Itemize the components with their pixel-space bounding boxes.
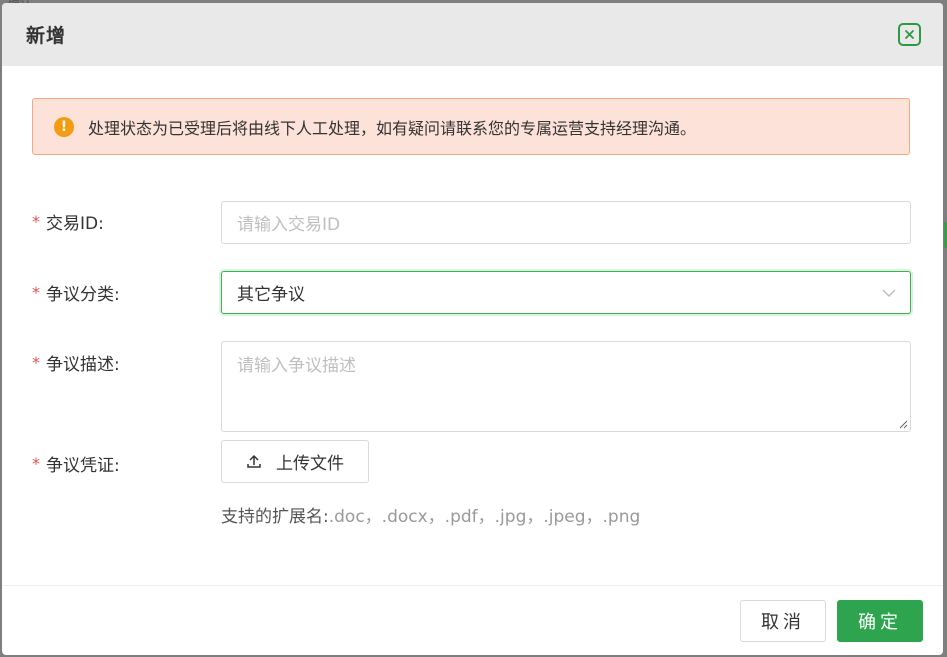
resize-grip-icon[interactable] bbox=[899, 420, 908, 429]
close-button[interactable] bbox=[898, 23, 921, 46]
dialog-title: 新增 bbox=[26, 25, 67, 47]
description-placeholder: 请输入争议描述 bbox=[237, 356, 356, 376]
trade-id-input[interactable]: 请输入交易ID bbox=[221, 201, 911, 244]
confirm-button[interactable]: 确定 bbox=[837, 600, 923, 642]
add-dialog: 新增 ! 处理状态为已受理后将由线下人工处理，如有疑问请联系您的专属运营支持经理… bbox=[2, 3, 943, 655]
category-select-value: 其它争议 bbox=[237, 285, 305, 305]
warning-alert: ! 处理状态为已受理后将由线下人工处理，如有疑问请联系您的专属运营支持经理沟通。 bbox=[32, 98, 910, 155]
description-field-wrap: 请输入争议描述 bbox=[221, 341, 911, 432]
description-label-text: 争议描述: bbox=[46, 355, 120, 375]
category-label: * 争议分类: bbox=[32, 280, 120, 305]
extension-hint-values: .doc，.docx，.pdf，.jpg，.jpeg，.png bbox=[328, 507, 641, 527]
category-label-text: 争议分类: bbox=[46, 285, 120, 305]
extension-hint: 支持的扩展名:.doc，.docx，.pdf，.jpg，.jpeg，.png bbox=[221, 502, 640, 527]
trade-id-field-wrap: 请输入交易ID bbox=[221, 201, 911, 244]
exclamation-icon: ! bbox=[54, 116, 74, 137]
chevron-down-icon bbox=[882, 289, 896, 297]
evidence-label: * 争议凭证: bbox=[32, 451, 120, 476]
description-label: * 争议描述: bbox=[32, 350, 120, 375]
trade-id-label: * 交易ID: bbox=[32, 209, 104, 234]
required-asterisk: * bbox=[32, 454, 40, 473]
description-textarea[interactable]: 请输入争议描述 bbox=[221, 341, 911, 432]
category-field-wrap: 其它争议 bbox=[221, 271, 911, 314]
dialog-header: 新增 bbox=[2, 3, 943, 66]
footer-divider bbox=[2, 585, 943, 586]
cancel-button[interactable]: 取消 bbox=[740, 600, 826, 642]
alert-text: 处理状态为已受理后将由线下人工处理，如有疑问请联系您的专属运营支持经理沟通。 bbox=[88, 118, 697, 138]
required-asterisk: * bbox=[32, 212, 40, 231]
trade-id-label-text: 交易ID: bbox=[46, 214, 104, 234]
required-asterisk: * bbox=[32, 353, 40, 372]
extension-hint-key: 支持的扩展名: bbox=[221, 507, 329, 527]
upload-icon bbox=[247, 454, 261, 468]
required-asterisk: * bbox=[32, 283, 40, 302]
upload-file-button[interactable]: 上传文件 bbox=[221, 440, 369, 483]
close-icon bbox=[905, 30, 914, 39]
upload-file-label: 上传文件 bbox=[276, 454, 344, 474]
category-select[interactable]: 其它争议 bbox=[221, 271, 911, 314]
evidence-label-text: 争议凭证: bbox=[46, 456, 120, 476]
